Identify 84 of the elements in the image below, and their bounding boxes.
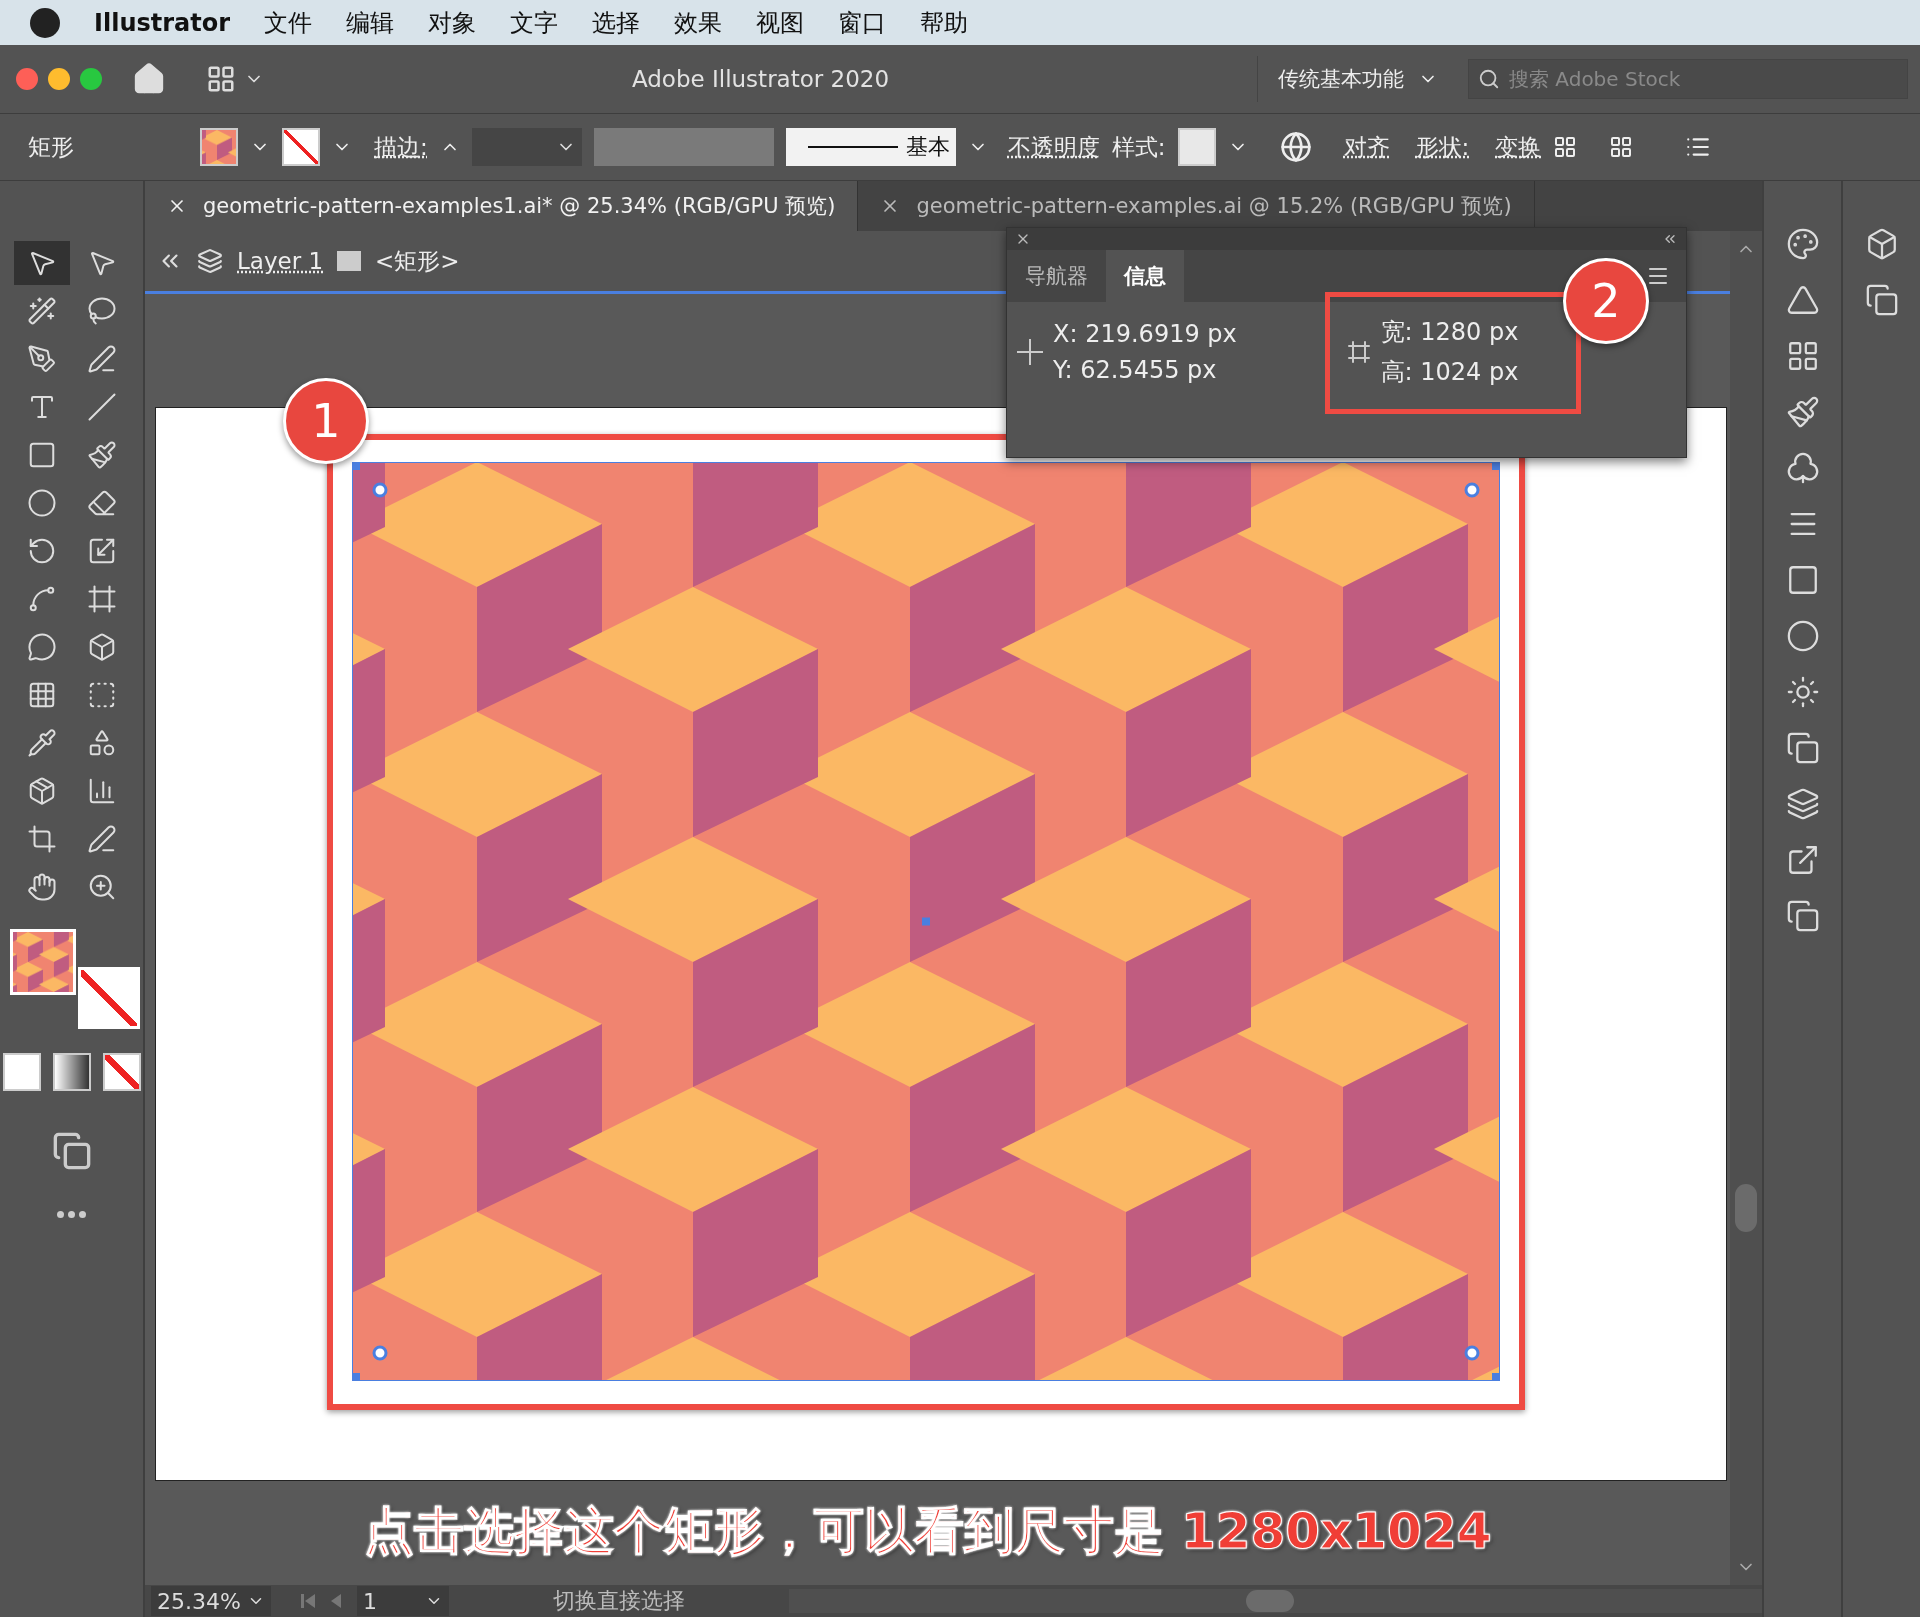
none-mode-swatch[interactable] xyxy=(102,1053,141,1091)
workspace-dropdown[interactable]: 传统基本功能 xyxy=(1257,56,1458,102)
menu-item[interactable]: 对象 xyxy=(428,6,477,39)
pages-icon[interactable] xyxy=(1864,283,1899,317)
dimensions-icon xyxy=(1346,340,1371,364)
stroke-swatch[interactable] xyxy=(282,128,320,166)
line-icon xyxy=(86,392,117,422)
search-icon xyxy=(1478,68,1500,90)
coordinate-readout: Y: 62.5455 px xyxy=(1053,356,1218,384)
menu-item[interactable]: 文字 xyxy=(510,6,559,39)
pointer-tool[interactable] xyxy=(13,241,70,285)
brush-definition-dropdown[interactable]: 基本 xyxy=(785,128,956,166)
menu-item[interactable]: 效果 xyxy=(674,6,723,39)
vertical-scrollbar[interactable] xyxy=(1730,231,1762,1585)
fill-color-swatch[interactable] xyxy=(9,929,76,995)
folder-icon xyxy=(337,251,362,271)
stroke-label[interactable]: 描边: xyxy=(374,131,428,163)
scrollbar-thumb[interactable] xyxy=(1246,1590,1295,1612)
style-label: 样式: xyxy=(1111,132,1166,162)
horizontal-scrollbar[interactable] xyxy=(788,1589,1762,1613)
scrollbar-thumb[interactable] xyxy=(1735,1184,1757,1232)
pattern-swatch-icon xyxy=(12,932,73,992)
gradient-mode-swatch[interactable] xyxy=(52,1053,91,1091)
menu-item[interactable]: 文件 xyxy=(264,6,313,39)
menu-item[interactable]: 窗口 xyxy=(838,6,887,39)
close-window-button[interactable] xyxy=(16,68,38,90)
layers-icon xyxy=(197,248,223,274)
zoom-dropdown[interactable]: 25.34% xyxy=(151,1586,271,1616)
document-tab[interactable]: geometric-pattern-examples1.ai* @ 25.34% (RGB/GPU 预览) xyxy=(145,181,859,231)
panel-tab[interactable]: 导航器 xyxy=(1007,250,1106,302)
transform-link[interactable]: 变换 xyxy=(1495,131,1542,163)
variable-width-field[interactable] xyxy=(593,128,774,166)
brush-icon[interactable] xyxy=(1785,395,1820,429)
object-breadcrumb[interactable]: <矩形> xyxy=(375,245,460,277)
layout-icon[interactable] xyxy=(206,64,236,94)
menu-item[interactable]: 选择 xyxy=(592,6,641,39)
app-menu[interactable]: Illustrator xyxy=(94,8,231,37)
coordinate-readout: X: 219.6919 px xyxy=(1053,320,1237,348)
panel-tab[interactable]: 信息 xyxy=(1106,250,1184,302)
zoom-window-button[interactable] xyxy=(80,68,102,90)
brush-icon xyxy=(86,440,117,470)
stroke-color-swatch[interactable] xyxy=(77,967,140,1029)
grid-icon[interactable] xyxy=(1553,135,1578,159)
status-hint: 切换直接选择 xyxy=(551,1587,686,1615)
color-mode-swatch[interactable] xyxy=(2,1053,41,1091)
callout-marker: 1 xyxy=(283,378,369,464)
app-logo-icon[interactable] xyxy=(30,7,60,38)
home-icon[interactable] xyxy=(132,62,166,96)
circles-icon[interactable] xyxy=(1785,619,1820,653)
lasso-icon xyxy=(86,296,117,326)
minimize-window-button[interactable] xyxy=(48,68,70,90)
opacity-link[interactable]: 不透明度 xyxy=(1007,131,1100,163)
hand-icon xyxy=(26,872,57,902)
menu-item[interactable]: 帮助 xyxy=(920,6,969,39)
eraser-icon xyxy=(86,488,117,518)
dimension-readout: 宽: 1280 px xyxy=(1380,317,1519,348)
stroke-line-icon xyxy=(807,146,898,148)
stroke-weight-field[interactable] xyxy=(471,128,582,166)
fill-swatch[interactable] xyxy=(200,128,238,166)
pen-icon xyxy=(26,344,57,374)
layer-breadcrumb[interactable]: Layer 1 xyxy=(237,248,324,274)
more-tools-icon[interactable] xyxy=(57,1211,86,1218)
align-link[interactable]: 对齐 xyxy=(1343,131,1390,163)
artboard-dropdown[interactable]: 1 xyxy=(356,1586,449,1616)
pen-line-icon xyxy=(86,344,117,374)
shape-link[interactable]: 形状: xyxy=(1415,131,1470,163)
squares-icon[interactable] xyxy=(1785,731,1820,765)
menu-item[interactable]: 视图 xyxy=(756,6,805,39)
magic-wand-icon xyxy=(26,296,57,326)
stock-search-field[interactable]: 搜索 Adobe Stock xyxy=(1468,59,1908,99)
triangle-icon[interactable] xyxy=(1785,283,1820,317)
object-type-label: 矩形 xyxy=(28,132,75,162)
sun-icon[interactable] xyxy=(1785,675,1820,709)
menu-item[interactable]: 编辑 xyxy=(346,6,395,39)
layers-icon[interactable] xyxy=(1785,787,1820,821)
palette-icon[interactable] xyxy=(1785,227,1820,261)
crosshair-icon xyxy=(1017,339,1043,365)
club-icon[interactable] xyxy=(1785,451,1820,485)
pattern-swatch-icon xyxy=(202,130,236,164)
eyedropper-icon xyxy=(26,728,57,758)
dimension-readout: 高: 1024 px xyxy=(1380,357,1519,388)
caption-text: 点击选择这个矩形，可以看到尺寸是 1280x1024 xyxy=(363,1501,1492,1562)
style-swatch[interactable] xyxy=(1177,128,1216,166)
window-title: Adobe Illustrator 2020 xyxy=(630,66,891,92)
